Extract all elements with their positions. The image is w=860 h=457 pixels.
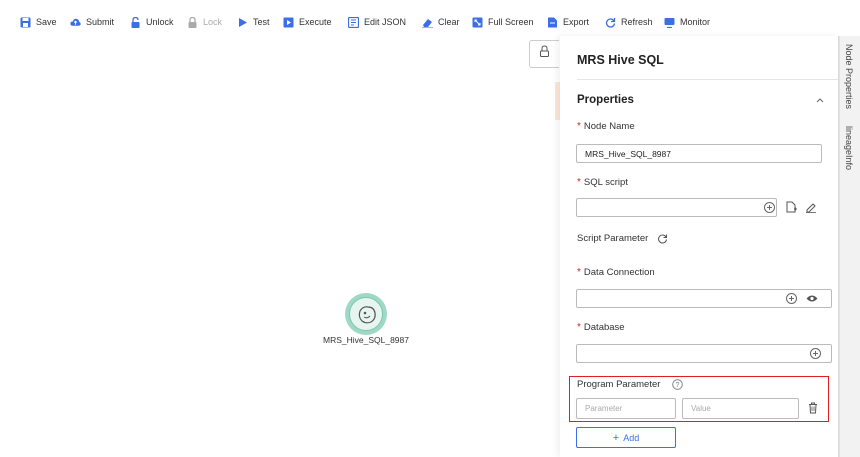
section-title: Properties [577, 94, 634, 106]
plus-icon: + [612, 431, 620, 444]
value-input[interactable]: Value [682, 398, 799, 419]
clear-label: Clear [438, 17, 460, 27]
workflow-node[interactable] [345, 293, 387, 335]
submit-label: Submit [86, 17, 115, 27]
script-parameter-label: Script Parameter [577, 233, 649, 244]
panel-title: MRS Hive SQL [577, 53, 664, 67]
clear-button[interactable]: Clear [422, 15, 460, 29]
execute-icon [283, 17, 294, 27]
add-label: Add [623, 432, 640, 443]
workflow-canvas[interactable] [0, 36, 560, 457]
lock-label: Lock [203, 17, 223, 27]
data-connection-label: * Data Connection [577, 267, 655, 278]
tab-node-properties[interactable]: Node Properties [844, 44, 854, 109]
unlock-label: Unlock [146, 17, 174, 27]
svg-text:?: ? [676, 382, 680, 389]
chevron-up-icon[interactable] [814, 95, 826, 105]
edit-json-label: Edit JSON [364, 17, 407, 27]
test-button[interactable]: Test [237, 15, 270, 29]
node-name-input[interactable]: MRS_Hive_SQL_8987 [576, 144, 822, 163]
parameter-input[interactable]: Parameter [576, 398, 676, 419]
fullscreen-button[interactable]: Full Screen [472, 15, 534, 29]
add-circle-icon[interactable] [764, 202, 775, 213]
trash-icon[interactable] [808, 402, 818, 414]
properties-panel: MRS Hive SQL Properties * Node Name MRS_H… [560, 36, 839, 457]
refresh-icon [605, 17, 616, 28]
add-circle-icon[interactable] [810, 348, 821, 359]
fullscreen-icon [472, 17, 483, 27]
export-button[interactable]: Export [547, 15, 589, 29]
refresh-icon[interactable] [657, 233, 668, 244]
sql-script-input[interactable] [576, 198, 777, 217]
right-tab-bar: Node Properties lineageInfo [839, 36, 860, 457]
refresh-label: Refresh [621, 17, 653, 27]
help-icon[interactable]: ? [672, 379, 683, 390]
play-icon [239, 17, 247, 27]
monitor-icon [664, 17, 675, 28]
edit-json-button[interactable]: Edit JSON [348, 15, 406, 29]
program-parameter-label: Program Parameter [577, 379, 661, 390]
monitor-button[interactable]: Monitor [664, 15, 710, 29]
execute-label: Execute [299, 17, 332, 27]
cloud-upload-icon [70, 18, 81, 26]
eraser-icon [422, 18, 433, 28]
monitor-label: Monitor [680, 17, 711, 27]
node-name-label: * Node Name [577, 121, 635, 132]
execute-button[interactable]: Execute [283, 15, 332, 29]
new-file-icon[interactable] [786, 201, 797, 213]
add-circle-icon[interactable] [786, 293, 797, 304]
refresh-button[interactable]: Refresh [605, 15, 653, 29]
divider [577, 79, 839, 80]
sql-script-label: * SQL script [577, 177, 628, 188]
fullscreen-label: Full Screen [488, 17, 534, 27]
add-parameter-button[interactable]: + Add [576, 427, 676, 448]
save-icon [20, 17, 31, 27]
submit-button[interactable]: Submit [70, 15, 114, 29]
json-icon [348, 16, 359, 28]
save-button[interactable]: Save [20, 15, 57, 29]
eye-icon[interactable] [806, 294, 818, 303]
tab-lineage-info[interactable]: lineageInfo [844, 126, 854, 170]
canvas-lock-button[interactable] [529, 40, 559, 68]
save-label: Save [36, 17, 57, 27]
test-label: Test [253, 17, 270, 27]
unlock-icon [131, 16, 140, 28]
lock-button[interactable]: Lock [187, 15, 222, 29]
export-label: Export [563, 17, 590, 27]
export-icon [548, 17, 557, 27]
database-select[interactable] [576, 344, 832, 363]
lock-icon [188, 16, 197, 28]
edit-pencil-icon[interactable] [805, 201, 817, 213]
lock-icon [540, 45, 549, 57]
node-label: MRS_Hive_SQL_8987 [323, 335, 409, 345]
database-label: * Database [577, 322, 625, 333]
hive-bee-icon [349, 297, 383, 331]
unlock-button[interactable]: Unlock [130, 15, 174, 29]
